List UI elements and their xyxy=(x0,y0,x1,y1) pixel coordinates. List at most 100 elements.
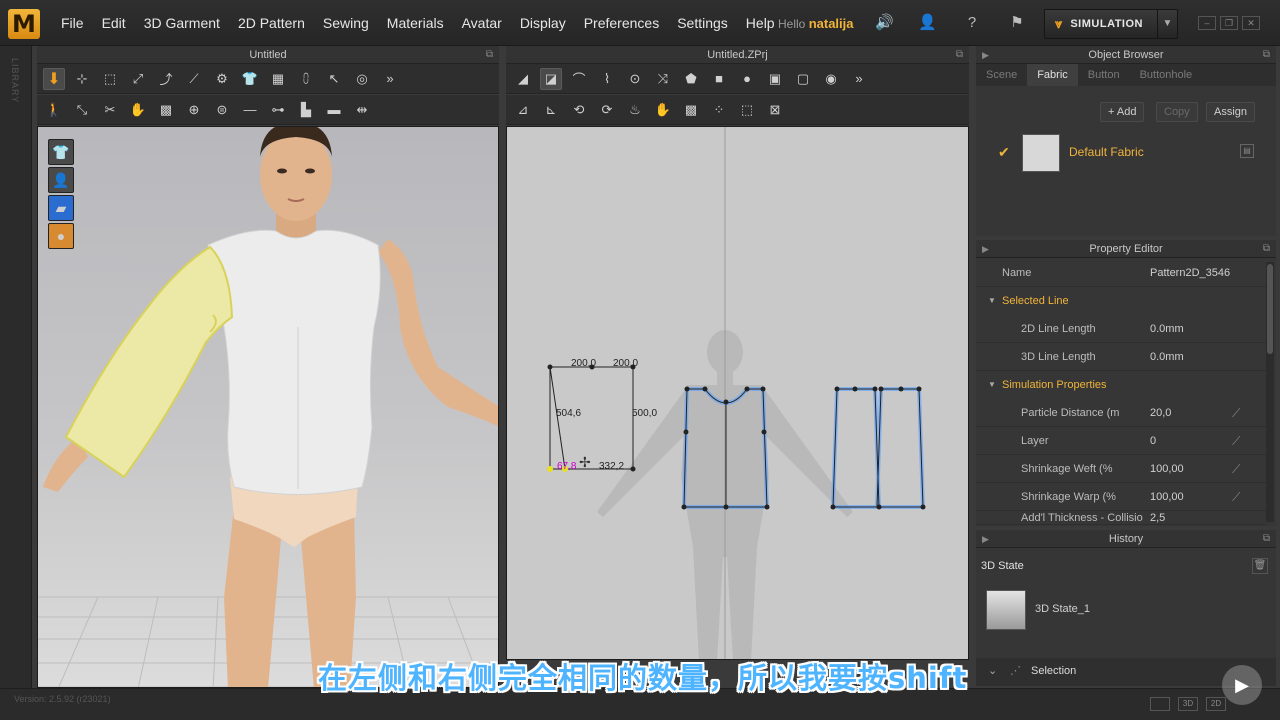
add-point-icon[interactable]: ⊙ xyxy=(624,68,646,90)
scrollbar-thumb[interactable] xyxy=(1267,264,1273,354)
layout-2d-icon[interactable]: 2D xyxy=(1206,697,1226,711)
app-logo[interactable]: M xyxy=(8,9,40,39)
zipper-icon[interactable]: ⊶ xyxy=(267,99,289,121)
play-icon[interactable]: ▶ xyxy=(1222,665,1262,705)
menu-help[interactable]: Help xyxy=(737,15,784,31)
select-move-icon[interactable]: ⊹ xyxy=(71,68,93,90)
edit-icon[interactable]: ⟋ xyxy=(1232,399,1240,427)
split-icon[interactable]: ⤨ xyxy=(652,68,674,90)
viewport-3d[interactable]: 👕 👤 ▰ ● xyxy=(37,126,499,688)
notch-icon[interactable]: ⊾ xyxy=(540,99,562,121)
tab-button[interactable]: Button xyxy=(1078,64,1130,86)
pin-icon[interactable]: ▶ xyxy=(982,46,989,64)
align-icon[interactable]: ⇹ xyxy=(351,99,373,121)
layout-3d-icon[interactable]: 3D xyxy=(1178,697,1198,711)
rectangle-icon[interactable]: ■ xyxy=(708,68,730,90)
menu-edit[interactable]: Edit xyxy=(93,15,135,31)
pin-icon[interactable]: ▶ xyxy=(982,240,989,258)
transform-icon[interactable]: ⤢ xyxy=(127,68,149,90)
simulation-button[interactable]: ⩔ SIMULATION ▼ xyxy=(1044,9,1178,39)
fold-arrange-icon[interactable]: ⟲ xyxy=(568,99,590,121)
library-strip[interactable]: LIBRARY xyxy=(0,46,32,720)
checker-icon[interactable]: ▩ xyxy=(155,99,177,121)
tab-buttonhole[interactable]: Buttonhole xyxy=(1130,64,1203,86)
close-icon[interactable]: ✕ xyxy=(1242,16,1260,30)
more-icon[interactable]: » xyxy=(379,68,401,90)
pin-icon[interactable]: ⟋ xyxy=(183,68,205,90)
tab-scene[interactable]: Scene xyxy=(976,64,1027,86)
dart-icon[interactable]: ⊿ xyxy=(512,99,534,121)
skin-view-icon[interactable]: ● xyxy=(48,223,74,249)
fabric-list-item[interactable]: ✔ Default Fabric ▤ xyxy=(988,130,1264,174)
maximize-icon[interactable]: ⧉ xyxy=(1263,530,1270,548)
maximize-icon[interactable]: ⧉ xyxy=(1263,46,1270,64)
section-selected-line[interactable]: ▼ Selected Line xyxy=(976,287,1266,315)
internal-circle-icon[interactable]: ◉ xyxy=(820,68,842,90)
chevron-down-icon[interactable]: ▼ xyxy=(1157,10,1177,38)
move-down-icon[interactable]: ⬇ xyxy=(43,67,65,90)
trash-icon[interactable]: 🗑 xyxy=(1252,558,1268,574)
menu-preferences[interactable]: Preferences xyxy=(575,15,668,31)
help-icon[interactable]: ? xyxy=(963,14,981,32)
measure-icon[interactable]: ⤡ xyxy=(71,99,93,121)
share-icon[interactable]: ⚑ xyxy=(1008,14,1026,32)
pull-icon[interactable]: ↖ xyxy=(323,68,345,90)
assign-button[interactable]: Assign xyxy=(1206,102,1256,122)
ring-icon[interactable]: ◎ xyxy=(351,68,373,90)
shirt-icon[interactable]: ▦ xyxy=(267,68,289,90)
hand-2d-icon[interactable]: ✋ xyxy=(652,99,674,121)
hand-icon[interactable]: ✋ xyxy=(127,99,149,121)
iron-icon[interactable]: ▙ xyxy=(295,99,317,121)
property-scrollbar[interactable] xyxy=(1266,262,1274,522)
restore-icon[interactable]: ❐ xyxy=(1220,16,1238,30)
grid-deselect-icon[interactable]: ⊠ xyxy=(764,99,786,121)
edit-pattern-icon[interactable]: ◢ xyxy=(512,68,534,90)
line-icon[interactable]: — xyxy=(239,99,261,121)
tape-icon[interactable]: ✂ xyxy=(99,99,121,121)
circle-icon[interactable]: ● xyxy=(736,68,758,90)
polygon-icon[interactable]: ⬟ xyxy=(680,68,702,90)
steam-icon[interactable]: ♨ xyxy=(624,99,646,121)
trace-icon[interactable]: ⟳ xyxy=(596,99,618,121)
buttonhole-icon[interactable]: ⊜ xyxy=(211,99,233,121)
pants-icon[interactable]: ⩇ xyxy=(295,68,317,90)
volume-icon[interactable]: 🔊 xyxy=(875,14,894,32)
property-value[interactable]: Pattern2D_3546 xyxy=(1150,259,1230,287)
fabric-menu-icon[interactable]: ▤ xyxy=(1240,144,1254,158)
menu-2d-pattern[interactable]: 2D Pattern xyxy=(229,15,314,31)
menu-file[interactable]: File xyxy=(52,15,93,31)
grid-select-icon[interactable]: ⬚ xyxy=(736,99,758,121)
internal-rect-icon[interactable]: ▢ xyxy=(792,68,814,90)
edit-icon[interactable]: ⟋ xyxy=(1232,427,1240,455)
checker-2d-icon[interactable]: ▩ xyxy=(680,99,702,121)
curve-point-icon[interactable]: ⌇ xyxy=(596,68,618,90)
add-button[interactable]: + Add xyxy=(1100,102,1145,122)
garment-icon[interactable]: 👕 xyxy=(239,68,261,90)
edit-icon[interactable]: ⟋ xyxy=(1232,455,1240,483)
menu-3d-garment[interactable]: 3D Garment xyxy=(135,15,229,31)
collapse-icon[interactable]: ⌄ xyxy=(988,664,997,677)
username[interactable]: natalija xyxy=(809,16,854,31)
menu-settings[interactable]: Settings xyxy=(668,15,737,31)
avatar-pose-icon[interactable]: 🚶 xyxy=(43,99,65,121)
minimize-icon[interactable]: – xyxy=(1198,16,1216,30)
menu-display[interactable]: Display xyxy=(511,15,575,31)
dots-icon[interactable]: ⁘ xyxy=(708,99,730,121)
menu-materials[interactable]: Materials xyxy=(378,15,453,31)
maximize-icon[interactable]: ⧉ xyxy=(1263,240,1270,258)
user-icon[interactable]: 👤 xyxy=(918,14,937,32)
section-simulation-properties[interactable]: ▼ Simulation Properties xyxy=(976,371,1266,399)
menu-sewing[interactable]: Sewing xyxy=(314,15,378,31)
pin-icon[interactable]: ▶ xyxy=(982,530,989,548)
viewport-2d[interactable]: ✢ 200,0 200,0 504,6 500,0 67,8 332,2 xyxy=(506,126,969,660)
avatar-view-icon[interactable]: 👤 xyxy=(48,167,74,193)
maximize-icon[interactable]: ⧉ xyxy=(486,46,493,64)
internal-polygon-icon[interactable]: ▣ xyxy=(764,68,786,90)
edit-icon[interactable]: ⟋ xyxy=(1232,483,1240,511)
maximize-icon[interactable]: ⧉ xyxy=(956,46,963,64)
fold-icon[interactable]: ⤴ xyxy=(155,68,177,90)
history-item[interactable]: 3D State_1 xyxy=(986,590,1256,630)
fabric-view-icon[interactable]: ▰ xyxy=(48,195,74,221)
layout-single-icon[interactable] xyxy=(1150,697,1170,711)
tab-fabric[interactable]: Fabric xyxy=(1027,64,1078,86)
